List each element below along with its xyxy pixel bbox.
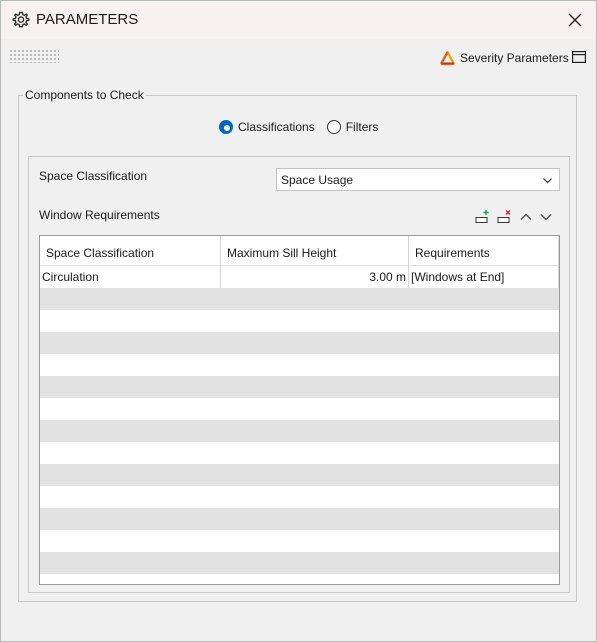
panel-toggle-icon[interactable] (572, 51, 587, 64)
window-requirements-label: Window Requirements (39, 208, 160, 222)
radio-filters[interactable]: Filters (326, 120, 379, 134)
radio-label: Filters (345, 120, 379, 134)
group-legend: Components to Check (25, 88, 144, 102)
gear-icon (11, 10, 31, 30)
table-header: Space Classification Maximum Sill Height… (40, 236, 559, 266)
add-row-icon[interactable] (475, 209, 491, 225)
severity-parameters-button[interactable]: Severity Parameters (440, 49, 569, 67)
empty-row[interactable] (40, 288, 559, 310)
remove-row-icon[interactable] (497, 209, 513, 225)
empty-row[interactable] (40, 354, 559, 376)
cell-max-sill-height[interactable]: 3.00 m (221, 266, 409, 288)
component-radio-group: Classifications Filters (219, 118, 390, 136)
column-header-space-classification[interactable]: Space Classification (40, 236, 221, 265)
severity-parameters-label: Severity Parameters (460, 51, 569, 65)
table-row[interactable]: Circulation 3.00 m [Windows at End] (40, 266, 559, 288)
empty-row[interactable] (40, 420, 559, 442)
severity-triangle-icon (440, 51, 455, 65)
move-up-icon[interactable] (519, 210, 533, 224)
radio-classifications[interactable]: Classifications (219, 120, 315, 134)
empty-row[interactable] (40, 486, 559, 508)
empty-row[interactable] (40, 376, 559, 398)
radio-label: Classifications (238, 120, 315, 134)
space-classification-select[interactable]: Space Usage (276, 168, 560, 191)
close-button[interactable] (561, 7, 589, 33)
empty-row[interactable] (40, 332, 559, 354)
empty-row[interactable] (40, 464, 559, 486)
move-down-icon[interactable] (539, 210, 553, 224)
window-requirements-table: Space Classification Maximum Sill Height… (39, 235, 560, 585)
empty-row[interactable] (40, 398, 559, 420)
space-classification-label: Space Classification (39, 169, 148, 183)
empty-row[interactable] (40, 310, 559, 332)
title-bar: PARAMETERS (1, 1, 596, 39)
select-value: Space Usage (281, 172, 354, 187)
empty-row[interactable] (40, 552, 559, 574)
chevron-down-icon (543, 178, 552, 184)
cell-requirements[interactable]: [Windows at End] (409, 266, 559, 288)
empty-row[interactable] (40, 442, 559, 464)
drag-grip[interactable] (9, 49, 59, 63)
parameters-window: PARAMETERS Severity Parameters Component… (0, 0, 597, 642)
cell-space-classification[interactable]: Circulation (40, 266, 221, 288)
radio-indicator (326, 120, 341, 134)
window-title: PARAMETERS (36, 11, 139, 28)
empty-row[interactable] (40, 530, 559, 552)
column-header-max-sill-height[interactable]: Maximum Sill Height (221, 236, 409, 265)
radio-selected-indicator (219, 120, 233, 134)
column-header-requirements[interactable]: Requirements (409, 236, 559, 265)
empty-row[interactable] (40, 508, 559, 530)
table-toolbar (475, 209, 553, 225)
close-icon (568, 13, 582, 27)
